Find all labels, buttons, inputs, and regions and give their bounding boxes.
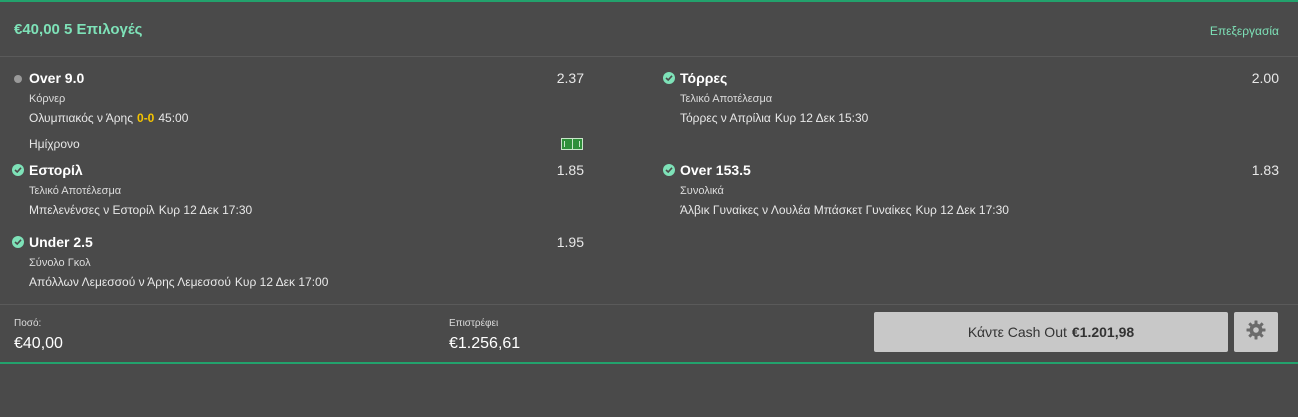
event-time: Κυρ 12 Δεκ 17:30 — [158, 203, 253, 217]
selection-odds: 1.83 — [1251, 162, 1279, 178]
event-name: Απόλλων Λεμεσσού ν Άρης Λεμεσσού — [29, 275, 231, 289]
bet-card: €40,00 5 Επιλογές Επεξεργασία Over 9.0 2… — [0, 0, 1298, 364]
cashout-amount: €1.201,98 — [1071, 324, 1135, 340]
selection-market: Τελικό Αποτέλεσμα — [680, 93, 773, 105]
check-circle-icon — [663, 72, 675, 84]
selection-odds: 1.85 — [556, 162, 584, 178]
event-time: Κυρ 12 Δεκ 17:30 — [915, 203, 1009, 217]
bet-header: €40,00 5 Επιλογές Επεξεργασία — [0, 2, 1298, 57]
gear-icon — [1246, 320, 1266, 345]
pitch-icon[interactable] — [561, 138, 583, 150]
selection-name: Over 153.5 — [680, 162, 751, 178]
event-name: Μπελενένσες ν Εστορίλ — [29, 203, 155, 217]
selection-market: Σύνολο Γκολ — [29, 257, 91, 269]
selection-name: Under 2.5 — [29, 234, 93, 250]
match-clock: 45:00 — [158, 111, 189, 125]
event-name: Τόρρες ν Απρίλια — [680, 111, 771, 125]
selection-event: Μπελενένσες ν Εστορίλ Κυρ 12 Δεκ 17:30 — [29, 203, 252, 217]
bet-footer: Ποσό: €40,00 Επιστρέφει €1.256,61 Κάντε … — [0, 304, 1298, 365]
stake-value: €40,00 — [14, 335, 63, 352]
selection-odds: 1.95 — [556, 234, 584, 250]
selection-event: Τόρρες ν Απρίλια Κυρ 12 Δεκ 15:30 — [680, 111, 868, 125]
event-time: Κυρ 12 Δεκ 17:00 — [234, 275, 329, 289]
selection-event: Άλβικ Γυναίκες ν Λουλέα Μπάσκετ Γυναίκες… — [680, 203, 1009, 217]
live-score: 0-0 — [137, 111, 155, 125]
stake-label: Ποσό: — [14, 318, 42, 329]
event-time: Κυρ 12 Δεκ 15:30 — [774, 111, 869, 125]
selection-event: Ολυμπιακός ν Άρης 0-0 45:00 — [29, 111, 188, 125]
cashout-settings-button[interactable] — [1234, 312, 1278, 352]
selection-market: Συνολικά — [680, 185, 724, 197]
event-name: Άλβικ Γυναίκες ν Λουλέα Μπάσκετ Γυναίκες — [680, 203, 912, 217]
selection-odds: 2.00 — [1251, 70, 1279, 86]
match-period: Ημίχρονο — [29, 137, 80, 151]
selection-odds: 2.37 — [556, 70, 584, 86]
check-circle-icon — [12, 164, 24, 176]
cashout-button[interactable]: Κάντε Cash Out €1.201,98 — [874, 312, 1228, 352]
check-circle-icon — [12, 236, 24, 248]
selection-name: Εστορίλ — [29, 162, 83, 178]
check-circle-icon — [663, 164, 675, 176]
selection-market: Κόρνερ — [29, 93, 66, 105]
selection-event: Απόλλων Λεμεσσού ν Άρης Λεμεσσού Κυρ 12 Δ… — [29, 275, 328, 289]
cashout-label: Κάντε Cash Out — [967, 324, 1067, 340]
selection-name: Over 9.0 — [29, 70, 85, 86]
bet-title: €40,00 5 Επιλογές — [14, 21, 143, 38]
pending-dot-icon — [14, 75, 22, 83]
returns-value: €1.256,61 — [449, 335, 521, 352]
selection-market: Τελικό Αποτέλεσμα — [29, 185, 122, 197]
event-name: Ολυμπιακός ν Άρης — [29, 111, 134, 125]
edit-link[interactable]: Επεξεργασία — [1210, 24, 1279, 38]
returns-label: Επιστρέφει — [449, 318, 499, 329]
selection-name: Τόρρες — [680, 70, 728, 86]
